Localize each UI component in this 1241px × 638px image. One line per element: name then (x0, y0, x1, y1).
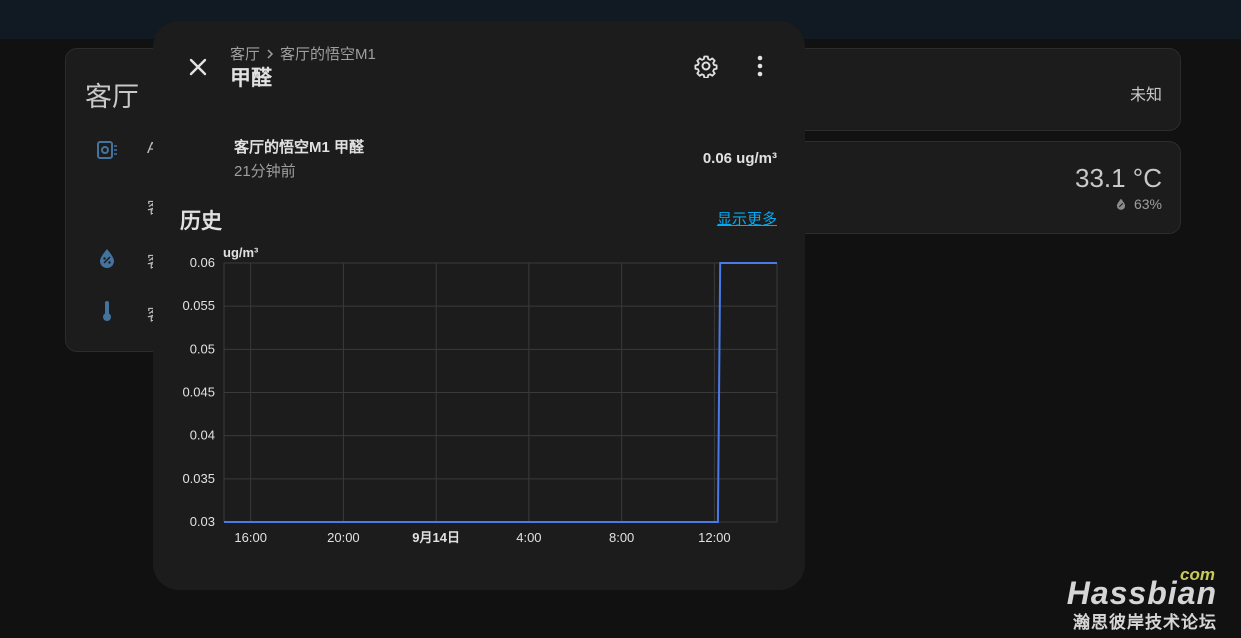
y-axis-unit-label: ug/m³ (223, 245, 259, 260)
settings-button[interactable] (690, 50, 722, 82)
y-tick-label: 0.055 (182, 298, 215, 313)
chevron-right-icon (267, 48, 274, 59)
close-icon (189, 58, 207, 76)
x-tick-label: 20:00 (327, 530, 360, 545)
show-more-link[interactable]: 显示更多 (717, 208, 777, 229)
close-button[interactable] (181, 50, 215, 84)
x-tick-label: 16:00 (234, 530, 267, 545)
entity-state-value: 0.06 ug/m³ (702, 150, 777, 167)
humidity-value: 63% (1133, 196, 1162, 212)
history-chart[interactable]: 0.06 0.055 0.05 0.045 0.04 0.035 0.03 16:00 20:0… (153, 21, 805, 590)
x-tick-label: 12:00 (698, 530, 731, 545)
y-tick-label: 0.045 (182, 385, 215, 400)
watermark-com: com (1180, 565, 1215, 584)
more-vertical-icon (757, 55, 763, 77)
humidity-icon (1116, 198, 1126, 210)
humidity-row: 63% (1114, 196, 1162, 212)
history-heading: 历史 (180, 210, 222, 233)
y-tick-label: 0.04 (190, 428, 215, 443)
more-options-button[interactable] (744, 50, 776, 82)
dialog-title: 甲醛 (230, 67, 272, 90)
history-chart-svg[interactable]: 0.06 0.055 0.05 0.045 0.04 0.035 0.03 16:00 20:0… (153, 21, 805, 590)
breadcrumb: 客厅 客厅的悟空M1 (230, 43, 376, 64)
y-tick-label: 0.03 (190, 514, 215, 529)
x-tick-label: 8:00 (609, 530, 634, 545)
entity-name: 客厅的悟空M1 甲醛 (234, 139, 365, 156)
area-card-title: 客厅 (85, 82, 139, 112)
y-tick-label: 0.05 (190, 341, 215, 356)
thermostat-card[interactable]: 33.1 °C 63% (790, 141, 1181, 234)
x-tick-label: 4:00 (516, 530, 541, 545)
last-changed: 21分钟前 (234, 163, 296, 180)
entity-state-unknown: 未知 (1129, 87, 1162, 104)
gear-icon (694, 55, 718, 78)
thermometer-icon (103, 301, 111, 321)
breadcrumb-area[interactable]: 客厅 (230, 43, 260, 64)
air-purifier-icon (97, 141, 117, 159)
y-tick-label: 0.06 (190, 255, 215, 270)
x-tick-label: 9月14日 (412, 530, 460, 545)
watermark-slogan: 瀚思彼岸技术论坛 (1073, 613, 1217, 632)
y-tick-label: 0.035 (182, 471, 215, 486)
more-info-dialog: 客厅 客厅的悟空M1 甲醛 客厅的悟空M1 甲醛 21分钟前 0.06 ug/m… (153, 21, 805, 590)
humidity-icon (100, 249, 114, 268)
breadcrumb-device[interactable]: 客厅的悟空M1 (280, 43, 376, 64)
temperature-value: 33.1 °C (1074, 163, 1162, 193)
watermark: com Hassbian 瀚思彼岸技术论坛 (1067, 565, 1217, 633)
entity-card-unknown[interactable]: 未知 (790, 48, 1181, 131)
series-line (224, 262, 777, 523)
